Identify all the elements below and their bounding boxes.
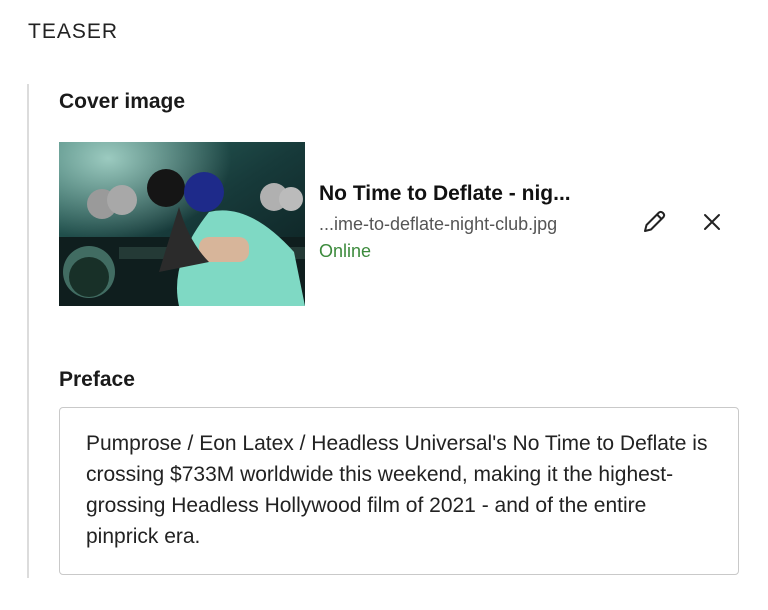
cover-filename: ...ime-to-deflate-night-club.jpg: [319, 214, 558, 234]
section-title: TEASER: [28, 20, 119, 43]
preface-textarea[interactable]: Pumprose / Eon Latex / Headless Universa…: [59, 407, 739, 575]
cover-status: Online: [319, 241, 372, 261]
pencil-icon: [641, 209, 667, 240]
cover-thumbnail[interactable]: [59, 142, 305, 306]
close-icon: [702, 212, 722, 237]
preface-label: Preface: [59, 368, 135, 391]
cover-title: No Time to Deflate - nig...: [319, 182, 571, 205]
remove-cover-button[interactable]: [695, 207, 729, 241]
cover-image-label: Cover image: [59, 90, 186, 113]
edit-cover-button[interactable]: [637, 207, 671, 241]
cover-meta: No Time to Deflate - nig... ...ime-to-de…: [319, 182, 619, 262]
teaser-panel: Cover image No Time to Deflate - nig... …: [27, 84, 749, 578]
cover-image-card: No Time to Deflate - nig... ...ime-to-de…: [59, 142, 720, 306]
